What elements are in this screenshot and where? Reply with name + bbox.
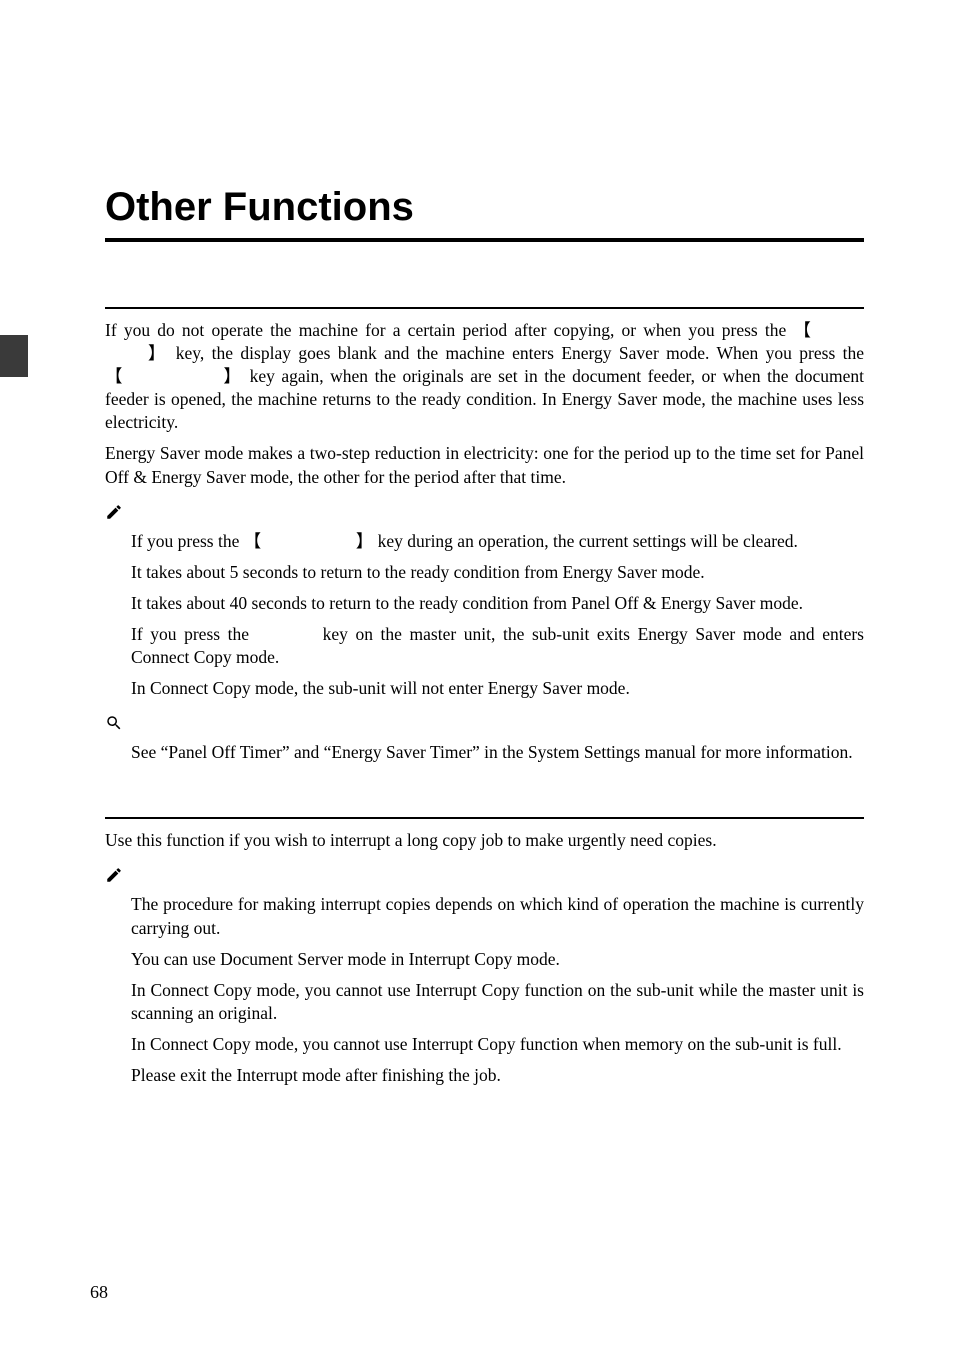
title-rule <box>105 238 864 242</box>
interrupt-note-1: The procedure for making interrupt copie… <box>131 893 864 939</box>
magnifier-icon <box>105 714 123 737</box>
interrupt-note-5: Please exit the Interrupt mode after fin… <box>131 1064 864 1087</box>
section-rule <box>105 307 864 309</box>
text: If you press the <box>131 531 244 551</box>
text: If you press the <box>131 624 257 644</box>
interrupt-note-3: In Connect Copy mode, you cannot use Int… <box>131 979 864 1025</box>
note-label: Note <box>129 508 162 525</box>
reference-label: Reference <box>129 719 202 736</box>
key-name: Energy Saver <box>261 531 355 551</box>
energy-ref-1: See “Panel Off Timer” and “Energy Saver … <box>131 741 864 764</box>
page-title: Other Functions <box>105 185 864 230</box>
page-number: 68 <box>90 1282 108 1303</box>
interrupt-note-2: You can use Document Server mode in Inte… <box>131 948 864 971</box>
energy-p2: Energy Saver mode makes a two-step reduc… <box>105 442 864 488</box>
pencil-icon <box>105 503 123 526</box>
text: key, the display goes blank and the mach… <box>168 343 864 363</box>
text: If you do not operate the machine for a … <box>105 320 793 340</box>
section-heading-interrupt: Interrupt Copy <box>105 788 864 814</box>
section-heading-energy: Energy Saver Mode <box>105 278 864 304</box>
key-name: Energy Saver <box>125 366 222 386</box>
pencil-icon <box>105 866 123 889</box>
interrupt-p1: Use this function if you wish to interru… <box>105 829 864 852</box>
energy-note-2: It takes about 5 seconds to return to th… <box>131 561 864 584</box>
energy-note-4: If you press the Connect key on the mast… <box>131 623 864 669</box>
key-name: Connect <box>257 624 315 644</box>
energy-note-3: It takes about 40 seconds to return to t… <box>131 592 864 615</box>
note-header: Note <box>105 497 864 530</box>
energy-p1: If you do not operate the machine for a … <box>105 319 864 434</box>
energy-note-5: In Connect Copy mode, the sub-unit will … <box>131 677 864 700</box>
note-label: Note <box>129 871 162 888</box>
section-rule <box>105 817 864 819</box>
note-header: Note <box>105 860 864 893</box>
side-tab <box>0 335 28 377</box>
reference-header: Reference <box>105 708 864 741</box>
interrupt-note-4: In Connect Copy mode, you cannot use Int… <box>131 1033 864 1056</box>
text: key during an operation, the current set… <box>373 531 798 551</box>
energy-note-1: If you press the 【Energy Saver】 key duri… <box>131 530 864 553</box>
